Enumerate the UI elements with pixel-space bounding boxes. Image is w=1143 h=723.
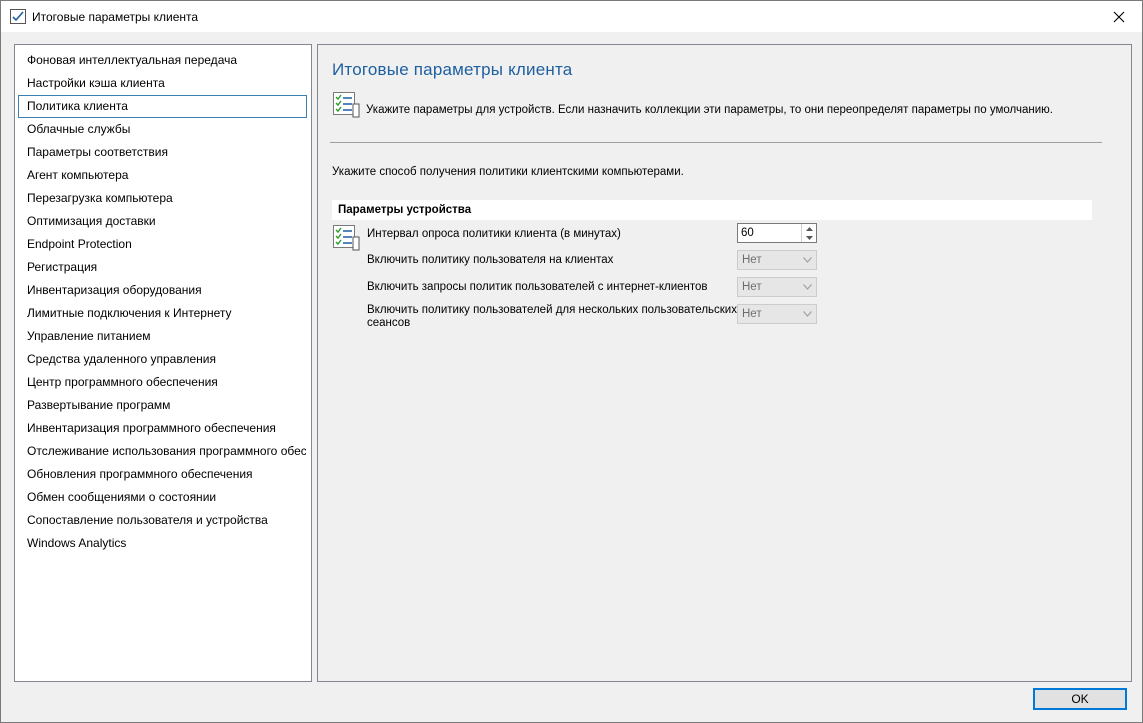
sidebar-item[interactable]: Windows Analytics bbox=[18, 532, 307, 555]
user-policy-select[interactable]: Нет bbox=[737, 250, 817, 270]
chevron-down-icon bbox=[803, 257, 812, 263]
sidebar-item[interactable]: Параметры соответствия bbox=[18, 141, 307, 164]
stepper-up-button[interactable] bbox=[802, 224, 816, 233]
user-policy-label: Включить политику пользователя на клиент… bbox=[367, 254, 614, 266]
sidebar-item[interactable]: Отслеживание использования программного … bbox=[18, 440, 307, 463]
sidebar-item[interactable]: Сопоставление пользователя и устройства bbox=[18, 509, 307, 532]
title-bar: Итоговые параметры клиента bbox=[1, 1, 1142, 32]
polling-interval-stepper[interactable]: 60 bbox=[737, 223, 817, 243]
user-policy-value: Нет bbox=[742, 254, 762, 266]
multi-session-policy-label: Включить политику пользователей для неск… bbox=[367, 304, 737, 329]
polling-interval-value[interactable]: 60 bbox=[741, 227, 754, 239]
device-settings-header: Параметры устройства bbox=[332, 200, 1092, 220]
chevron-down-icon bbox=[803, 311, 812, 317]
checklist-icon bbox=[10, 9, 26, 24]
sidebar-item[interactable]: Обновления программного обеспечения bbox=[18, 463, 307, 486]
sidebar-item[interactable]: Лимитные подключения к Интернету bbox=[18, 302, 307, 325]
sidebar-item[interactable]: Развертывание программ bbox=[18, 394, 307, 417]
sidebar-item[interactable]: Агент компьютера bbox=[18, 164, 307, 187]
sidebar-item[interactable]: Endpoint Protection bbox=[18, 233, 307, 256]
sidebar-item[interactable]: Облачные службы bbox=[18, 118, 307, 141]
ok-button[interactable]: OK bbox=[1033, 688, 1127, 710]
sidebar-item[interactable]: Регистрация bbox=[18, 256, 307, 279]
page-title: Итоговые параметры клиента bbox=[332, 60, 573, 79]
dialog-window: Итоговые параметры клиента Фоновая интел… bbox=[0, 0, 1143, 723]
settings-list-icon bbox=[333, 92, 360, 118]
chevron-up-icon bbox=[805, 226, 813, 231]
sidebar-item[interactable]: Фоновая интеллектуальная передача bbox=[18, 49, 307, 72]
instruction-text: Укажите способ получения политики клиент… bbox=[332, 166, 684, 178]
sidebar-item[interactable]: Инвентаризация оборудования bbox=[18, 279, 307, 302]
close-icon bbox=[1113, 11, 1125, 22]
chevron-down-icon bbox=[805, 235, 813, 240]
internet-user-policy-select[interactable]: Нет bbox=[737, 277, 817, 297]
internet-user-policy-value: Нет bbox=[742, 281, 762, 293]
sidebar-item[interactable]: Перезагрузка компьютера bbox=[18, 187, 307, 210]
sidebar-item[interactable]: Обмен сообщениями о состоянии bbox=[18, 486, 307, 509]
sidebar-item[interactable]: Оптимизация доставки bbox=[18, 210, 307, 233]
stepper-buttons bbox=[801, 224, 816, 242]
intro-text: Укажите параметры для устройств. Если на… bbox=[366, 104, 1053, 116]
sidebar-item[interactable]: Инвентаризация программного обеспечения bbox=[18, 417, 307, 440]
sidebar-item[interactable]: Центр программного обеспечения bbox=[18, 371, 307, 394]
sidebar-item[interactable]: Средства удаленного управления bbox=[18, 348, 307, 371]
settings-list-icon bbox=[333, 225, 360, 251]
divider bbox=[330, 142, 1102, 143]
chevron-down-icon bbox=[803, 284, 812, 290]
settings-nav-list: Фоновая интеллектуальная передача Настрой… bbox=[15, 45, 311, 555]
settings-nav-panel: Фоновая интеллектуальная передача Настрой… bbox=[14, 44, 312, 682]
window-title: Итоговые параметры клиента bbox=[32, 10, 199, 24]
close-button[interactable] bbox=[1096, 1, 1142, 32]
sidebar-item[interactable]: Настройки кэша клиента bbox=[18, 72, 307, 95]
stepper-down-button[interactable] bbox=[802, 233, 816, 242]
multi-session-policy-value: Нет bbox=[742, 308, 762, 320]
sidebar-item[interactable]: Политика клиента bbox=[18, 95, 307, 118]
content-panel: Итоговые параметры клиента Укажите парам… bbox=[317, 44, 1132, 682]
sidebar-item[interactable]: Управление питанием bbox=[18, 325, 307, 348]
internet-user-policy-label: Включить запросы политик пользователей с… bbox=[367, 281, 708, 293]
multi-session-policy-select[interactable]: Нет bbox=[737, 304, 817, 324]
polling-interval-label: Интервал опроса политики клиента (в мину… bbox=[367, 228, 621, 240]
